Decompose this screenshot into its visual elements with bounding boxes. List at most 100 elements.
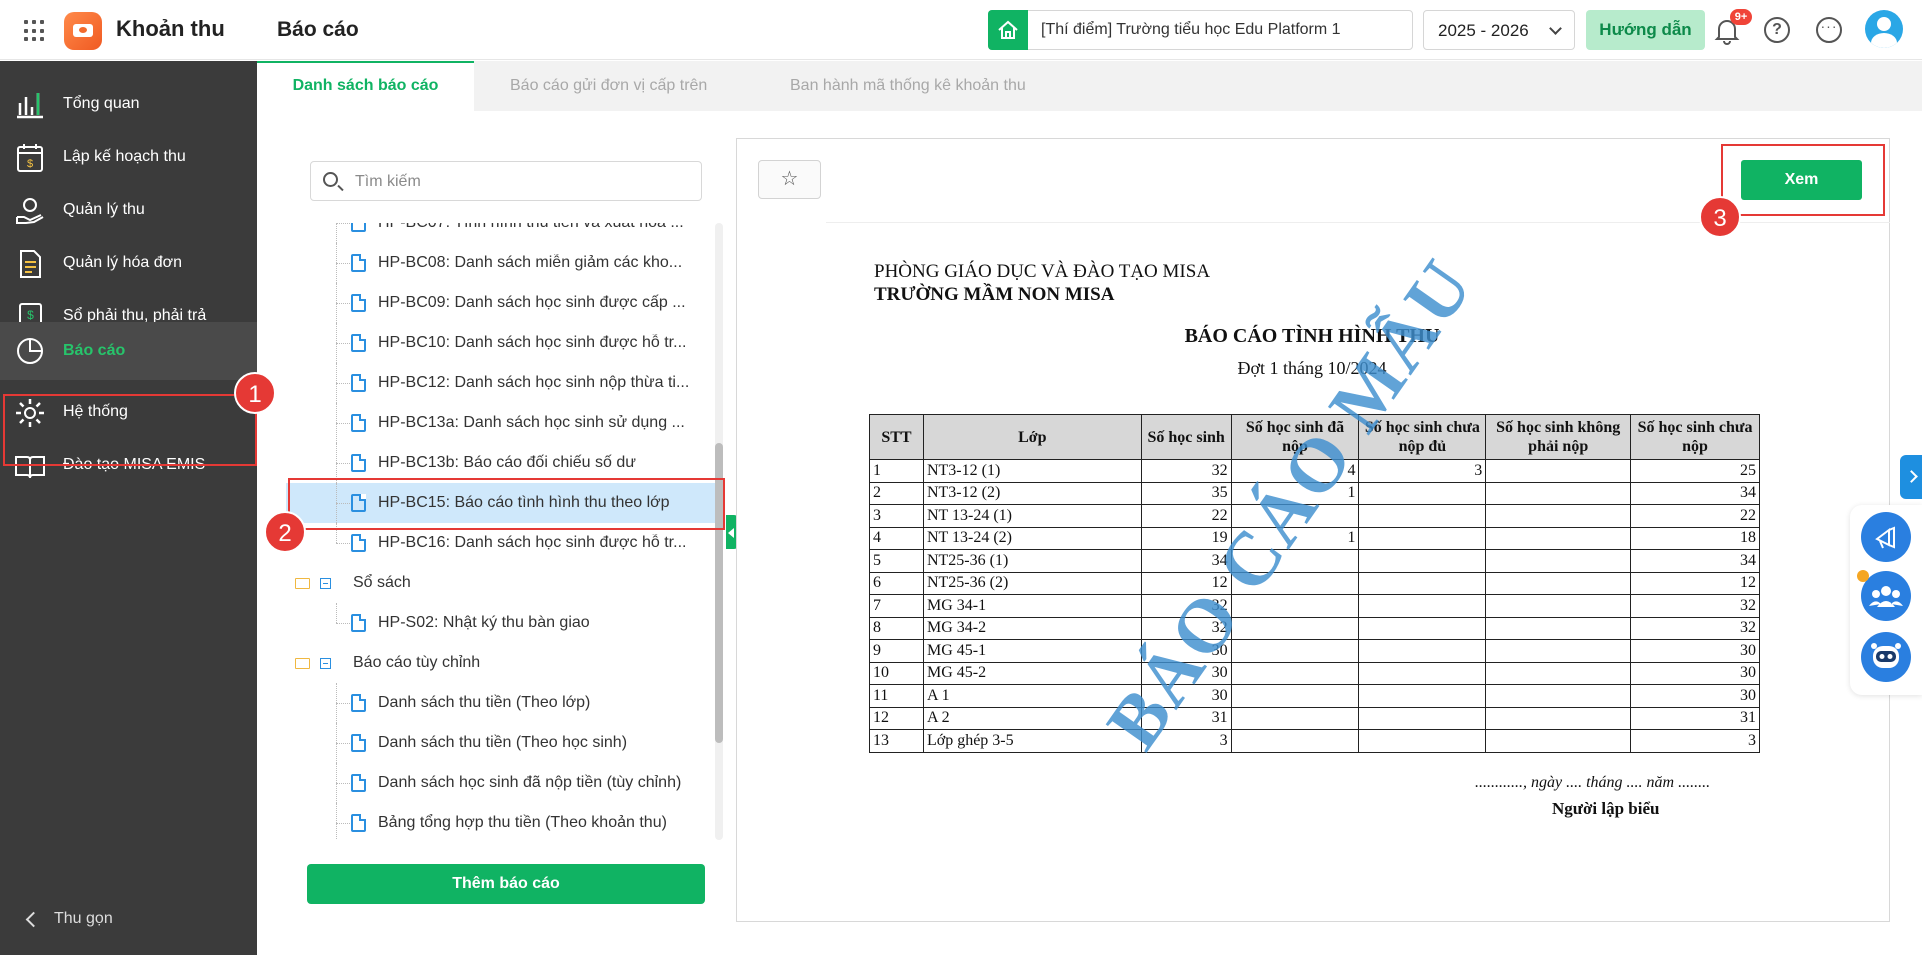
report-period: Đợt 1 tháng 10/2024 [1237,358,1387,378]
report-tree: HP-BC07: Tình hình thu tiền và xuất hóa … [286,223,718,840]
column-header: Lớp [922,414,1142,460]
highlight-box-report-item [288,478,725,530]
sidebar-item-label: Quản lý thu [63,201,145,218]
svg-text:$: $ [27,308,34,322]
app-grid-icon[interactable] [24,20,46,42]
tree-item[interactable]: HP-BC08: Danh sách miễn giảm các kho... [286,243,718,283]
tab-report-list[interactable]: Danh sách báo cáo [257,61,474,111]
sidebar-item-overview[interactable]: Tổng quan [0,75,257,135]
page-title: Báo cáo [277,18,359,41]
document-icon [351,614,366,632]
tree-item[interactable]: HP-BC10: Danh sách học sinh được hỗ tr..… [286,323,718,363]
document-icon [351,294,366,312]
hand-coin-icon [16,198,44,224]
chevron-down-icon [1549,22,1562,35]
table-row: 5 NT25-36 (1) 34 34 [869,549,1760,573]
pie-chart-icon [17,338,43,364]
document-icon [351,694,366,712]
add-report-button[interactable]: Thêm báo cáo [307,864,705,904]
tree-item[interactable]: HP-BC13b: Báo cáo đối chiếu số dư [286,443,718,483]
folder-icon [295,578,310,589]
report-org: PHÒNG GIÁO DỤC VÀ ĐÀO TẠO MISA [874,261,1211,282]
collapse-icon[interactable] [320,658,331,669]
document-icon [351,734,366,752]
column-header: Số học sinh không phải nộp [1485,414,1632,460]
tree-item[interactable]: HP-BC13a: Danh sách học sinh sử dụng ... [286,403,718,443]
document-icon [351,374,366,392]
help-icon[interactable]: ? [1764,17,1790,43]
app-name: Khoản thu [116,16,225,41]
tab-bar: Danh sách báo cáo Báo cáo gửi đơn vị cấp… [257,61,1922,111]
sidebar-item-invoice[interactable]: Quản lý hóa đơn [0,234,257,294]
more-icon[interactable]: ··· [1816,17,1842,43]
tree-scrollbar[interactable] [715,223,723,840]
school-name: [Thí điểm] Trường tiểu học Edu Platform … [1041,21,1341,38]
search-box [310,161,702,201]
column-header: Số học sinh chưa nộp [1630,414,1760,460]
tab-reports-to-superior[interactable]: Báo cáo gửi đơn vị cấp trên [510,61,707,111]
assistant-bot-icon[interactable] [1861,632,1911,682]
tree-item[interactable]: HP-BC09: Danh sách học sinh được cấp ... [286,283,718,323]
collapse-sidebar-button[interactable]: Thu gọn [24,908,224,932]
tree-item[interactable]: Danh sách thu tiền (Theo lớp) [286,683,718,723]
sidebar-item-label: Lập kế hoạch thu [63,148,186,165]
document-icon [351,534,366,552]
top-bar: Khoản thu Báo cáo [Thí điểm] Trường tiểu… [0,0,1922,60]
tab-statistical-codes[interactable]: Ban hành mã thống kê khoản thu [790,61,1026,111]
school-selector[interactable]: [Thí điểm] Trường tiểu học Edu Platform … [988,10,1413,50]
document-icon [351,774,366,792]
document-icon [351,414,366,432]
sidebar-item-label: Tổng quan [63,95,140,112]
svg-text:$: $ [27,158,33,170]
table-row: 7 MG 34-1 32 32 [869,594,1760,618]
tree-folder[interactable]: Sổ sách [286,563,718,603]
sidebar-item-collection[interactable]: Quản lý thu [0,181,257,241]
tree-item[interactable]: HP-S02: Nhật ký thu bàn giao [286,603,718,643]
favorite-star-icon[interactable]: ☆ [758,160,821,199]
highlight-box-reports [3,394,257,466]
step-marker: 2 [264,511,306,553]
sidebar-item-reports[interactable]: Báo cáo [0,322,257,380]
bar-chart-icon [17,93,43,119]
school-year-select[interactable]: 2025 - 2026 [1423,10,1575,50]
tree-item[interactable]: Bảng tổng hợp thu tiền (Theo khoản thu) [286,803,718,840]
tree-item[interactable]: Danh sách thu tiền (Theo học sinh) [286,723,718,763]
folder-icon [295,658,310,669]
document-icon [351,223,366,232]
table-row: 11 A 1 30 30 [869,684,1760,708]
report-school: TRƯỜNG MẦM NON MISA [874,284,1115,305]
collapse-icon[interactable] [320,578,331,589]
document-icon [351,254,366,272]
notification-badge: 9+ [1730,9,1752,25]
community-icon[interactable] [1861,571,1911,621]
tree-item[interactable]: HP-BC07: Tình hình thu tiền và xuất hóa … [286,223,718,243]
collapse-label: Thu gọn [54,910,113,927]
avatar[interactable] [1865,10,1903,48]
report-signer: Người lập biểu [1552,799,1660,818]
report-title: BÁO CÁO TÌNH HÌNH THU [1184,325,1440,347]
document-icon [351,334,366,352]
table-row: 8 MG 34-2 32 32 [869,616,1760,640]
table-row: 9 MG 45-1 30 30 [869,639,1760,663]
tree-item[interactable]: Danh sách học sinh đã nộp tiền (tùy chỉn… [286,763,718,803]
sidebar: Tổng quan $ Lập kế hoạch thu Quản lý thu… [0,61,257,955]
chevron-left-icon [25,911,42,928]
report-date-line: ............, ngày .... tháng .... năm .… [1475,774,1711,791]
calendar-money-icon: $ [17,144,43,172]
highlight-box-view [1721,144,1885,216]
column-header: STT [869,414,924,460]
table-row: 6 NT25-36 (2) 12 12 [869,571,1760,595]
school-year-value: 2025 - 2026 [1438,21,1529,40]
table-row: 13 Lớp ghép 3-5 3 3 [869,729,1760,753]
tree-item[interactable]: HP-BC12: Danh sách học sinh nộp thừa ti.… [286,363,718,403]
sidebar-item-label: Quản lý hóa đơn [63,254,183,271]
tree-folder[interactable]: Báo cáo tùy chỉnh [286,643,718,683]
app-logo [64,12,102,50]
expand-right-panel-icon[interactable] [1900,455,1922,499]
announcement-icon[interactable] [1861,512,1911,562]
invoice-icon [20,250,41,278]
search-input[interactable] [355,171,675,193]
sidebar-item-plan[interactable]: $ Lập kế hoạch thu [0,128,257,188]
guide-button[interactable]: Hướng dẫn [1586,10,1705,50]
column-header: Số học sinh [1140,414,1232,460]
